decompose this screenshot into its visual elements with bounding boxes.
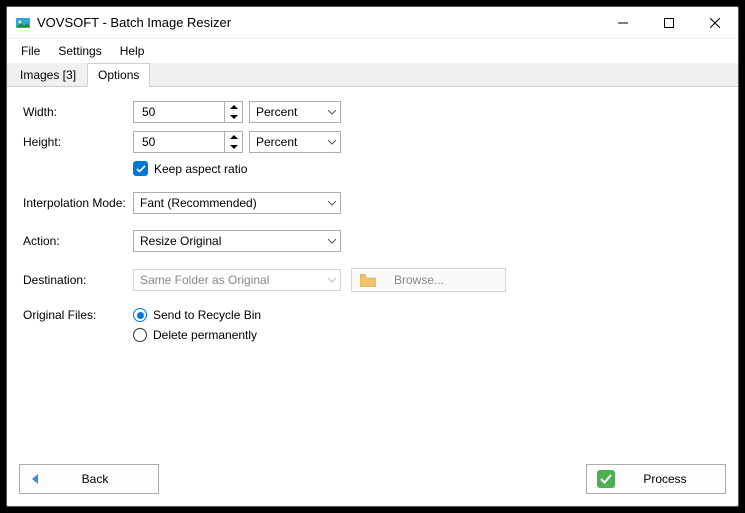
interpolation-label: Interpolation Mode: (23, 196, 133, 210)
chevron-down-icon (328, 239, 336, 244)
action-combo[interactable]: Resize Original (133, 230, 341, 252)
check-icon (136, 165, 146, 173)
tab-options[interactable]: Options (87, 63, 150, 87)
process-label: Process (615, 472, 715, 486)
destination-label: Destination: (23, 273, 133, 287)
chevron-down-icon (328, 110, 336, 115)
minimize-button[interactable] (600, 7, 646, 39)
browse-label: Browse... (394, 273, 444, 287)
menu-file[interactable]: File (13, 41, 48, 61)
height-spinner[interactable] (133, 131, 243, 153)
maximize-button[interactable] (646, 7, 692, 39)
height-spin-up[interactable] (225, 132, 242, 142)
browse-button: Browse... (351, 268, 506, 292)
height-spin-down[interactable] (225, 142, 242, 152)
height-input[interactable] (140, 134, 220, 150)
width-unit-combo[interactable]: Percent (249, 101, 341, 123)
options-panel: Width: Percent Height: (7, 87, 738, 462)
width-unit-value: Percent (256, 105, 297, 119)
close-button[interactable] (692, 7, 738, 39)
width-input[interactable] (140, 104, 220, 120)
width-spin-up[interactable] (225, 102, 242, 112)
original-files-label: Original Files: (23, 308, 133, 322)
recycle-label: Send to Recycle Bin (153, 308, 261, 322)
delete-permanently-label: Delete permanently (153, 328, 257, 342)
tabbar: Images [3] Options (7, 63, 738, 87)
recycle-radio[interactable] (133, 308, 147, 322)
delete-permanently-radio[interactable] (133, 328, 147, 342)
height-unit-value: Percent (256, 135, 297, 149)
check-icon (597, 470, 615, 488)
width-spin-down[interactable] (225, 112, 242, 122)
chevron-down-icon (328, 278, 336, 283)
keep-aspect-label: Keep aspect ratio (154, 162, 247, 176)
menubar: File Settings Help (7, 39, 738, 63)
app-window: VOVSOFT - Batch Image Resizer File Setti… (6, 6, 739, 507)
menu-settings[interactable]: Settings (50, 41, 109, 61)
app-icon (15, 15, 31, 31)
folder-icon (360, 274, 376, 287)
window-title: VOVSOFT - Batch Image Resizer (37, 15, 231, 30)
action-label: Action: (23, 234, 133, 248)
back-label: Back (42, 472, 148, 486)
width-spinner[interactable] (133, 101, 243, 123)
destination-value: Same Folder as Original (140, 273, 269, 287)
width-label: Width: (23, 105, 133, 119)
action-value: Resize Original (140, 234, 221, 248)
arrow-left-icon (30, 473, 42, 485)
footer: Back Process (7, 462, 738, 506)
interpolation-value: Fant (Recommended) (140, 196, 257, 210)
height-unit-combo[interactable]: Percent (249, 131, 341, 153)
chevron-down-icon (328, 140, 336, 145)
chevron-down-icon (328, 201, 336, 206)
menu-help[interactable]: Help (112, 41, 153, 61)
back-button[interactable]: Back (19, 464, 159, 494)
process-button[interactable]: Process (586, 464, 726, 494)
destination-combo: Same Folder as Original (133, 269, 341, 291)
keep-aspect-checkbox[interactable] (133, 161, 148, 176)
titlebar: VOVSOFT - Batch Image Resizer (7, 7, 738, 39)
interpolation-combo[interactable]: Fant (Recommended) (133, 192, 341, 214)
height-label: Height: (23, 135, 133, 149)
tab-images[interactable]: Images [3] (9, 63, 87, 87)
